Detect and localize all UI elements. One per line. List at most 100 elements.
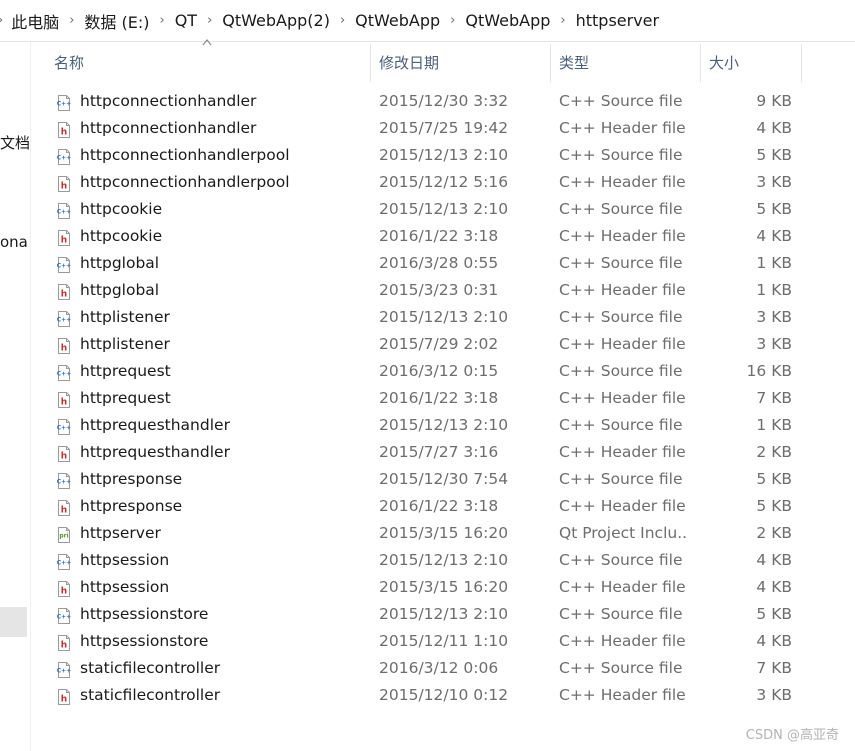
file-date-modified: 2015/3/23 0:31 bbox=[379, 281, 499, 299]
file-row[interactable]: C++ httpcookie 2015/12/13 2:10 C++ Source f… bbox=[52, 196, 812, 223]
file-row[interactable]: C++ httpconnectionhandlerpool 2015/12/13 2… bbox=[52, 142, 812, 169]
column-header-size[interactable]: 大小 bbox=[703, 44, 802, 82]
file-name: httpconnectionhandler bbox=[80, 92, 257, 110]
cpp-header-icon: h bbox=[56, 174, 72, 192]
file-type: C++ Header file bbox=[559, 281, 686, 299]
chevron-right-icon[interactable]: › bbox=[0, 13, 3, 28]
file-type: C++ Header file bbox=[559, 686, 686, 704]
file-row[interactable]: h httpcookie 2016/1/22 3:18 C++ Header file… bbox=[52, 223, 812, 250]
address-breadcrumb[interactable]: › 此电脑 › 数据 (E:) › QT › QtWebApp(2) › QtWebApp › QtW… bbox=[0, 0, 855, 42]
sort-ascending-icon bbox=[202, 39, 212, 46]
svg-text:C++: C++ bbox=[57, 479, 71, 486]
chevron-right-icon[interactable]: › bbox=[160, 13, 165, 28]
breadcrumb-item[interactable]: QT bbox=[175, 11, 197, 30]
file-date-modified: 2015/7/27 3:16 bbox=[379, 443, 499, 461]
file-row[interactable]: h httprequesthandler 2015/7/27 3:16 C++ Hea… bbox=[52, 439, 812, 466]
file-type: C++ Header file bbox=[559, 632, 686, 650]
cpp-source-icon: C++ bbox=[56, 93, 72, 111]
breadcrumb: › 此电脑 › 数据 (E:) › QT › QtWebApp(2) › QtWebApp › QtW… bbox=[0, 9, 659, 33]
file-type: C++ Source file bbox=[559, 200, 683, 218]
file-row[interactable]: h httplistener 2015/7/29 2:02 C++ Header fi… bbox=[52, 331, 812, 358]
file-name: httpconnectionhandlerpool bbox=[80, 146, 290, 164]
file-row[interactable]: C++ httpglobal 2016/3/28 0:55 C++ Source fi… bbox=[52, 250, 812, 277]
cpp-header-icon: h bbox=[56, 579, 72, 597]
svg-text:C++: C++ bbox=[57, 155, 71, 162]
cpp-source-icon: C++ bbox=[56, 660, 72, 678]
file-row[interactable]: h staticfilecontroller 2015/12/10 0:12 C++ … bbox=[52, 682, 812, 709]
column-header-row: 名称 修改日期 类型 大小 bbox=[48, 39, 855, 82]
chevron-right-icon[interactable]: › bbox=[340, 13, 345, 28]
file-row[interactable]: h httpsessionstore 2015/12/11 1:10 C++ Head… bbox=[52, 628, 812, 655]
file-row[interactable]: C++ httpsession 2015/12/13 2:10 C++ Source … bbox=[52, 547, 812, 574]
navigation-pane[interactable]: 文档 ona bbox=[0, 42, 31, 751]
file-row[interactable]: C++ httpsessionstore 2015/12/13 2:10 C++ So… bbox=[52, 601, 812, 628]
svg-text:C++: C++ bbox=[57, 371, 71, 378]
file-date-modified: 2015/12/13 2:10 bbox=[379, 551, 509, 569]
column-header-name[interactable]: 名称 bbox=[48, 39, 371, 82]
breadcrumb-item[interactable]: httpserver bbox=[576, 11, 660, 30]
file-row[interactable]: C++ httpconnectionhandler 2015/12/30 3:32 C… bbox=[52, 88, 812, 115]
file-date-modified: 2015/12/30 3:32 bbox=[379, 92, 509, 110]
column-header-name-label: 名称 bbox=[54, 54, 85, 72]
cpp-source-icon: C++ bbox=[56, 201, 72, 219]
file-row[interactable]: C++ staticfilecontroller 2016/3/12 0:06 C++… bbox=[52, 655, 812, 682]
file-date-modified: 2015/12/12 5:16 bbox=[379, 173, 509, 191]
cpp-header-icon: h bbox=[56, 120, 72, 138]
nav-item-selected[interactable] bbox=[0, 607, 27, 637]
file-type: C++ Source file bbox=[559, 605, 683, 623]
file-row[interactable]: h httpglobal 2015/3/23 0:31 C++ Header file… bbox=[52, 277, 812, 304]
file-name: httplistener bbox=[80, 335, 170, 353]
nav-item-personal[interactable]: ona bbox=[0, 233, 30, 251]
file-row[interactable]: h httprequest 2016/1/22 3:18 C++ Header fil… bbox=[52, 385, 812, 412]
column-header-date[interactable]: 修改日期 bbox=[373, 44, 551, 82]
chevron-right-icon[interactable]: › bbox=[450, 13, 455, 28]
svg-text:C++: C++ bbox=[57, 560, 71, 567]
file-row[interactable]: h httpconnectionhandler 2015/7/25 19:42 C++… bbox=[52, 115, 812, 142]
file-type: Qt Project Inclu... bbox=[559, 524, 687, 542]
file-date-modified: 2015/12/13 2:10 bbox=[379, 308, 509, 326]
breadcrumb-item[interactable]: QtWebApp(2) bbox=[222, 11, 330, 30]
nav-item-documents[interactable]: 文档 bbox=[0, 132, 30, 153]
breadcrumb-item[interactable]: QtWebApp bbox=[355, 11, 440, 30]
chevron-right-icon[interactable]: › bbox=[560, 13, 565, 28]
column-header-type-label: 类型 bbox=[559, 54, 590, 72]
file-row[interactable]: h httpresponse 2016/1/22 3:18 C++ Header fi… bbox=[52, 493, 812, 520]
cpp-source-icon: C++ bbox=[56, 471, 72, 489]
breadcrumb-item[interactable]: QtWebApp bbox=[465, 11, 550, 30]
file-row[interactable]: C++ httprequest 2016/3/12 0:15 C++ Source f… bbox=[52, 358, 812, 385]
column-header-type[interactable]: 类型 bbox=[553, 44, 701, 82]
file-date-modified: 2016/1/22 3:18 bbox=[379, 389, 499, 407]
file-row[interactable]: C++ httpresponse 2015/12/30 7:54 C++ Source… bbox=[52, 466, 812, 493]
breadcrumb-item[interactable]: 数据 (E:) bbox=[84, 9, 149, 33]
file-name: httpsessionstore bbox=[80, 632, 209, 650]
file-name: httpconnectionhandlerpool bbox=[80, 173, 290, 191]
file-row[interactable]: pri httpserver 2015/3/15 16:20 Qt Project I… bbox=[52, 520, 812, 547]
svg-text:C++: C++ bbox=[57, 425, 71, 432]
file-type: C++ Header file bbox=[559, 578, 686, 596]
cpp-source-icon: C++ bbox=[56, 255, 72, 273]
file-size: 5 KB bbox=[756, 200, 792, 218]
file-type: C++ Header file bbox=[559, 497, 686, 515]
cpp-header-icon: h bbox=[56, 228, 72, 246]
file-size: 5 KB bbox=[756, 146, 792, 164]
file-row[interactable]: C++ httprequesthandler 2015/12/13 2:10 C++ … bbox=[52, 412, 812, 439]
file-row[interactable]: h httpconnectionhandlerpool 2015/12/12 5:1… bbox=[52, 169, 812, 196]
cpp-header-icon: h bbox=[56, 498, 72, 516]
file-name: httpserver bbox=[80, 524, 161, 542]
file-date-modified: 2016/1/22 3:18 bbox=[379, 227, 499, 245]
chevron-right-icon[interactable]: › bbox=[69, 13, 74, 28]
svg-text:h: h bbox=[61, 290, 67, 300]
file-date-modified: 2015/7/29 2:02 bbox=[379, 335, 499, 353]
svg-text:C++: C++ bbox=[57, 668, 71, 675]
watermark: CSDN @高亚奇 bbox=[745, 728, 839, 743]
file-row[interactable]: C++ httplistener 2015/12/13 2:10 C++ Source… bbox=[52, 304, 812, 331]
chevron-right-icon[interactable]: › bbox=[207, 13, 212, 28]
file-size: 5 KB bbox=[756, 605, 792, 623]
file-date-modified: 2015/12/13 2:10 bbox=[379, 605, 509, 623]
svg-text:h: h bbox=[61, 128, 67, 138]
file-row[interactable]: h httpsession 2015/3/15 16:20 C++ Header fi… bbox=[52, 574, 812, 601]
file-type: C++ Source file bbox=[559, 416, 683, 434]
file-size: 1 KB bbox=[756, 254, 792, 272]
svg-text:pri: pri bbox=[59, 533, 68, 540]
breadcrumb-item[interactable]: 此电脑 bbox=[11, 9, 59, 33]
